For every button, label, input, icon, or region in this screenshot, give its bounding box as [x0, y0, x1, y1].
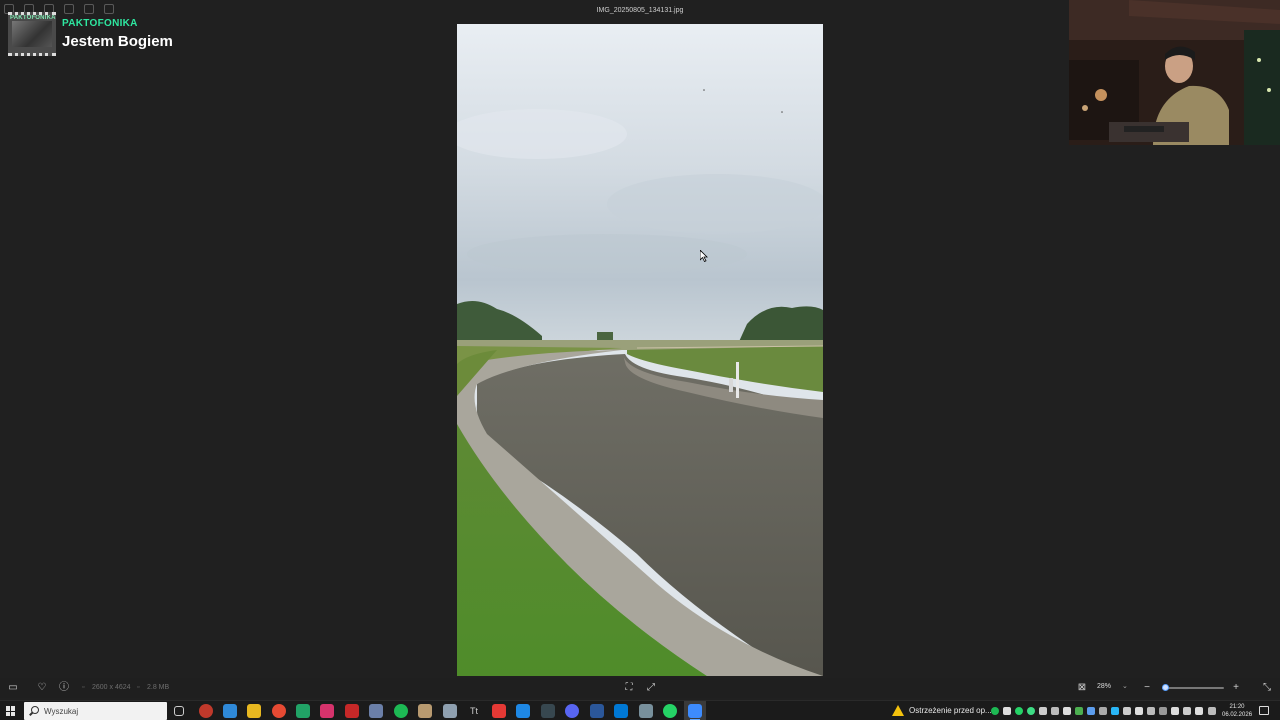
- now-playing-artist: PAKTOFONIKA: [62, 18, 138, 29]
- fullscreen-icon[interactable]: ⤢: [645, 682, 657, 694]
- app-icon-3[interactable]: [369, 704, 383, 718]
- filmstrip-icon[interactable]: ▭: [7, 682, 19, 694]
- tray-icon-2[interactable]: [1003, 707, 1011, 715]
- clock-time: 21:20: [1229, 704, 1245, 710]
- volume-icon[interactable]: [1195, 707, 1203, 715]
- filezilla-icon[interactable]: [345, 704, 359, 718]
- zoom-slider[interactable]: [1162, 684, 1224, 691]
- now-playing-track: Jestem Bogiem: [62, 33, 173, 50]
- zoom-out-icon[interactable]: −: [1141, 682, 1153, 694]
- app-icon-6[interactable]: [492, 704, 506, 718]
- windows-taskbar: Tt Ostrzeżenie przed op...: [0, 700, 1280, 720]
- whatsapp-icon[interactable]: [663, 704, 677, 718]
- search-icon: [31, 706, 39, 714]
- taskbar-clock[interactable]: 21:20 06.02.2026: [1222, 703, 1252, 719]
- fit-image-icon[interactable]: ⊠: [1076, 682, 1088, 694]
- tray-spotify-icon[interactable]: [991, 707, 999, 715]
- file-size-icon: ▫: [137, 684, 140, 691]
- clock-date: 06.02.2026: [1222, 712, 1253, 718]
- tray-icon-4[interactable]: [1027, 707, 1035, 715]
- app-icon-7[interactable]: [516, 704, 530, 718]
- favorite-icon[interactable]: ♡: [36, 682, 48, 694]
- image-dimensions: 2600 x 4624: [92, 684, 131, 691]
- windows-start-icon[interactable]: [6, 706, 16, 716]
- webcam-feed: [1069, 0, 1280, 145]
- mouse-cursor-icon: [700, 250, 708, 262]
- microphone-icon[interactable]: [1171, 707, 1179, 715]
- file-explorer-icon[interactable]: [247, 704, 261, 718]
- app-icon-5[interactable]: [443, 704, 457, 718]
- now-playing-overlay: PAKTOFONIKA PAKTOFONIKA Jestem Bogiem: [8, 12, 173, 56]
- album-art: PAKTOFONIKA: [8, 12, 56, 56]
- expand-icon[interactable]: ⤡: [1261, 682, 1273, 694]
- spotify-icon[interactable]: [394, 704, 408, 718]
- album-art-text: PAKTOFONIKA: [10, 15, 56, 21]
- canal-photo: [457, 24, 823, 676]
- info-icon[interactable]: ⓘ: [58, 682, 70, 694]
- taskbar-search-input[interactable]: [44, 705, 164, 717]
- app-icon-1[interactable]: [199, 704, 213, 718]
- app-icon-8[interactable]: [614, 704, 628, 718]
- dimensions-icon: ▫: [82, 684, 85, 691]
- vscode-icon[interactable]: [223, 704, 237, 718]
- image-viewer-window: IMG_20250805_134131.jpg PAKTOFONIKA PAKT…: [0, 0, 1280, 720]
- typography-icon[interactable]: Tt: [467, 704, 481, 718]
- active-app-highlight[interactable]: [684, 701, 706, 720]
- taskbar-search[interactable]: [24, 702, 167, 720]
- tray-icon-12[interactable]: [1123, 707, 1131, 715]
- tray-icon-5[interactable]: [1039, 707, 1047, 715]
- tray-icon-6[interactable]: [1051, 707, 1059, 715]
- warning-icon: [892, 705, 904, 716]
- discord-icon[interactable]: [565, 704, 579, 718]
- steam-icon[interactable]: [541, 704, 555, 718]
- photos-app-icon[interactable]: [688, 704, 702, 718]
- network-icon[interactable]: [1208, 707, 1216, 715]
- tray-icon-10[interactable]: [1099, 707, 1107, 715]
- word-icon[interactable]: [590, 704, 604, 718]
- zoom-in-icon[interactable]: +: [1230, 682, 1242, 694]
- app-icon-9[interactable]: [639, 704, 653, 718]
- tray-icon-9[interactable]: [1087, 707, 1095, 715]
- tray-whatsapp-icon[interactable]: [1015, 707, 1023, 715]
- viewer-status-bar: ▭ ♡ ⓘ ▫ 2600 x 4624 ▫ 2.8 MB ⛶ ⤢ ⊠ 28% ⌄…: [0, 678, 1280, 698]
- app-icon-2[interactable]: [320, 704, 334, 718]
- tray-icon-13[interactable]: [1135, 707, 1143, 715]
- tray-icon-14[interactable]: [1147, 707, 1155, 715]
- notification-center-icon[interactable]: [1259, 706, 1269, 715]
- chevron-down-icon[interactable]: ⌄: [1122, 682, 1128, 690]
- photo-canvas[interactable]: [457, 24, 823, 676]
- tray-icon-11[interactable]: [1111, 707, 1119, 715]
- file-size: 2.8 MB: [147, 684, 170, 691]
- excel-icon[interactable]: [296, 704, 310, 718]
- tray-icon-15[interactable]: [1159, 707, 1167, 715]
- webcam-overlay: [1069, 0, 1280, 145]
- zoom-slider-thumb[interactable]: [1162, 684, 1170, 691]
- chrome-icon[interactable]: [272, 704, 286, 718]
- app-icon-4[interactable]: [418, 704, 432, 718]
- zoom-level[interactable]: 28%: [1097, 683, 1111, 690]
- tray-icon-8[interactable]: [1075, 707, 1083, 715]
- task-view-icon[interactable]: [174, 706, 184, 716]
- tray-icon-7[interactable]: [1063, 707, 1071, 715]
- security-notification[interactable]: Ostrzeżenie przed op...: [892, 705, 992, 716]
- battery-icon[interactable]: [1183, 707, 1191, 715]
- notification-text: Ostrzeżenie przed op...: [909, 706, 992, 715]
- fit-to-window-icon[interactable]: ⛶: [623, 682, 635, 694]
